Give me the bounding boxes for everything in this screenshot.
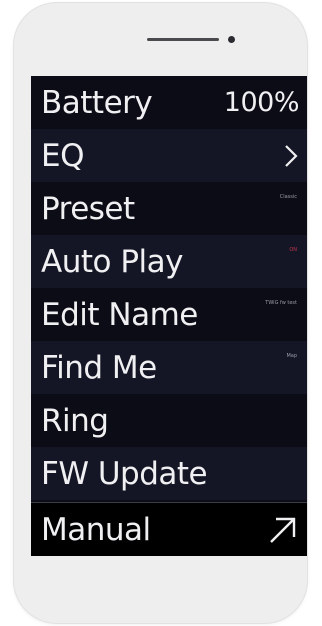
external-link-arrow-icon [267,503,299,556]
preset-value: Classic [279,194,297,200]
auto-play-row[interactable]: Auto Play ON [31,235,307,288]
preset-row[interactable]: Preset Classic [31,182,307,235]
front-camera [228,36,235,43]
eq-row[interactable]: EQ [31,129,307,182]
battery-value: 100% [223,87,300,118]
ring-row[interactable]: Ring [31,394,307,447]
edit-name-label: Edit Name [41,296,198,333]
manual-row[interactable]: Manual [31,502,307,556]
find-me-label: Find Me [41,349,157,386]
settings-screen: Battery 100% EQ Preset Classic Auto Play… [31,76,307,556]
find-me-row[interactable]: Find Me Map [31,341,307,394]
ring-label: Ring [41,402,109,439]
edit-name-value: TWiG fw test [265,300,297,306]
fw-update-row[interactable]: FW Update [31,447,307,500]
speaker-grille [147,38,219,41]
battery-label: Battery [41,84,153,121]
manual-label: Manual [41,511,151,548]
fw-update-label: FW Update [41,455,208,492]
auto-play-status: ON [289,247,297,253]
eq-label: EQ [41,137,85,174]
edit-name-row[interactable]: Edit Name TWiG fw test [31,288,307,341]
chevron-right-icon [283,129,299,182]
battery-row: Battery 100% [31,76,307,129]
preset-label: Preset [41,190,135,227]
auto-play-label: Auto Play [41,243,183,280]
find-me-value: Map [286,353,297,359]
